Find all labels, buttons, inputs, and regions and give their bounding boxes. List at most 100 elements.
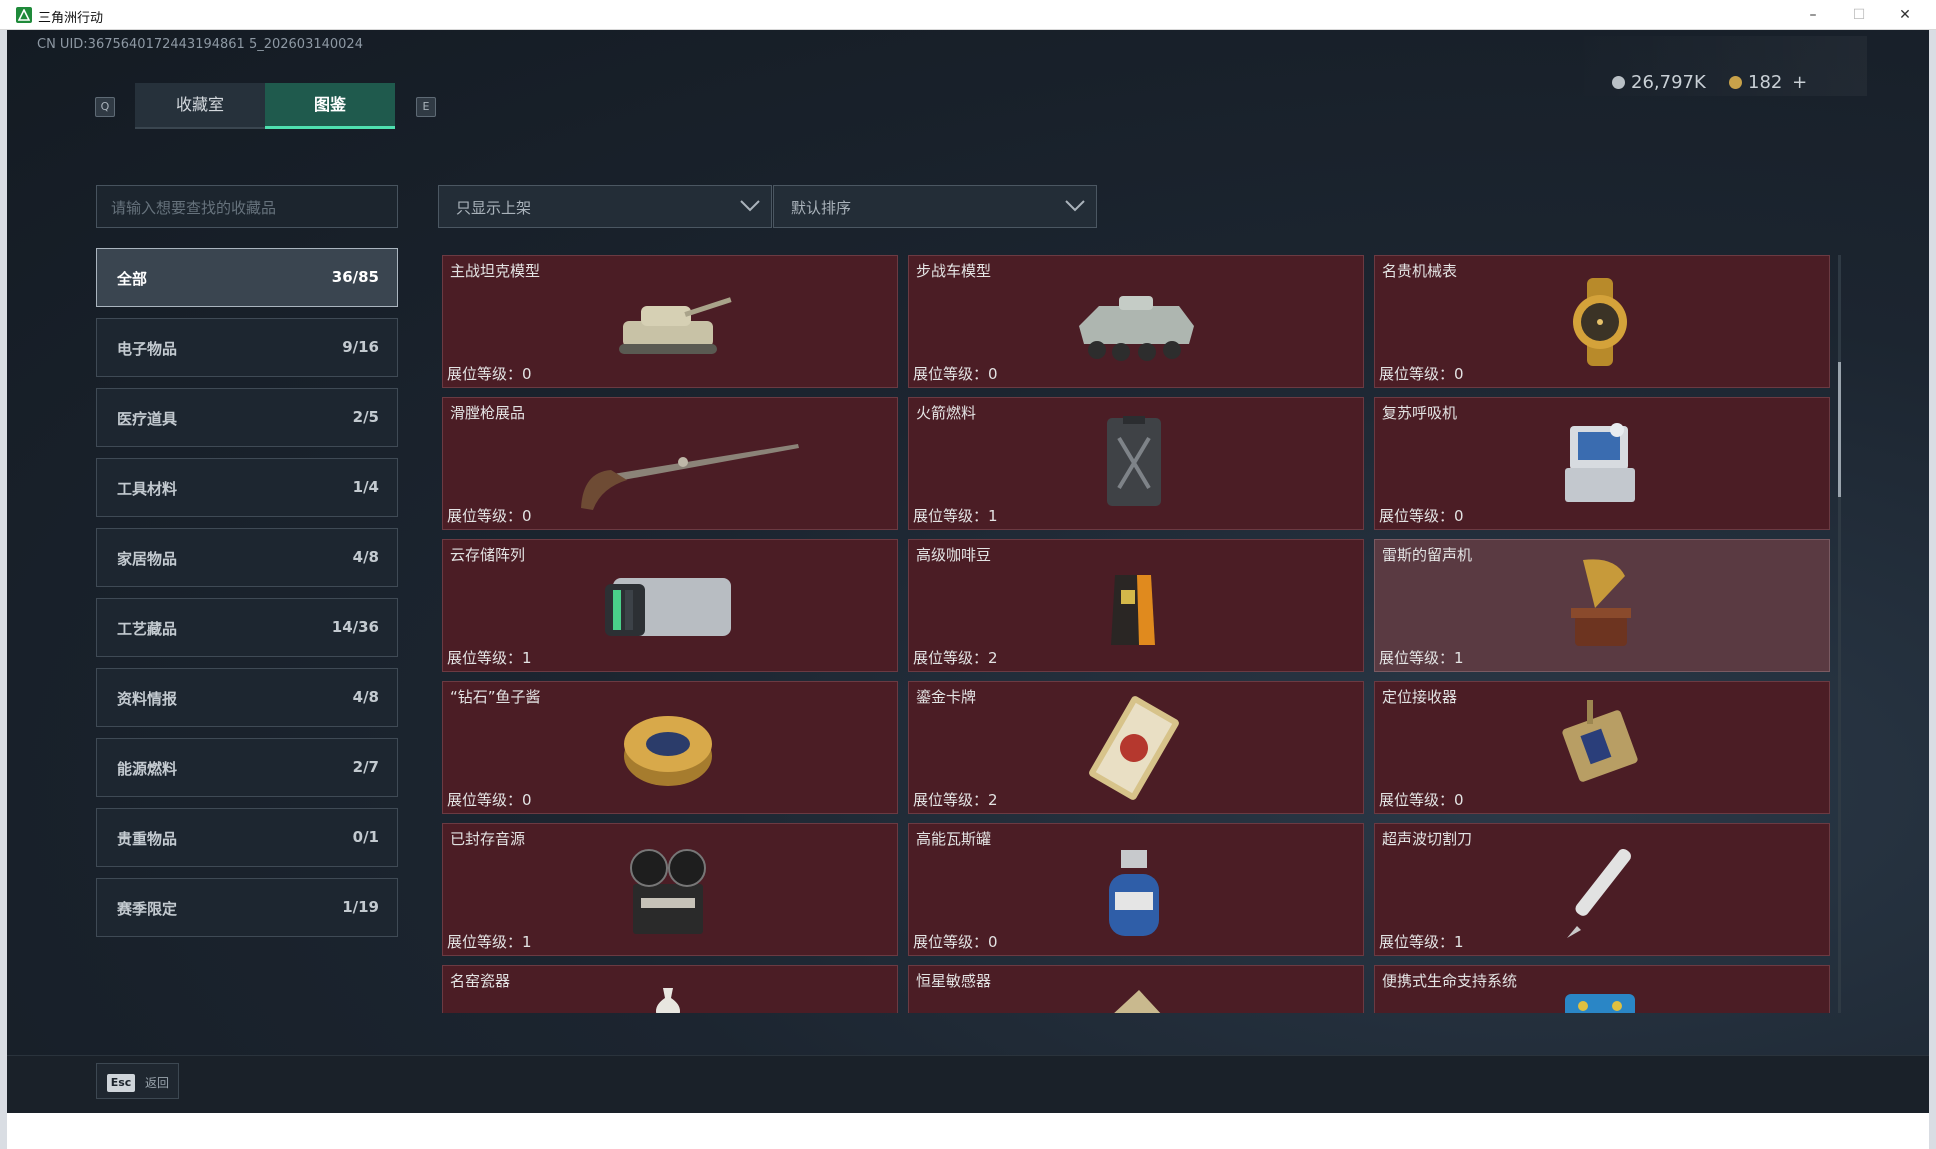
category-count: 4/8 bbox=[352, 688, 379, 706]
category-energy[interactable]: 能源燃料 2/7 bbox=[96, 738, 398, 797]
collection-grid: 主战坦克模型 展位等级：0 步战车模型 展位等级：0 名贵机械表 展位等级：0 滑膛枪展品展… bbox=[442, 255, 1857, 1013]
card-item-name: 云存储阵列 bbox=[450, 546, 526, 564]
card-item-name: 鎏金卡牌 bbox=[916, 688, 977, 706]
prev-tab-key[interactable]: Q bbox=[95, 97, 115, 117]
level-prefix: 展位等级： bbox=[1379, 933, 1455, 951]
card-display-level: 展位等级：1 bbox=[447, 931, 532, 952]
level-prefix: 展位等级： bbox=[1379, 791, 1455, 809]
collection-card[interactable]: 复苏呼吸机 展位等级：0 bbox=[1374, 397, 1830, 530]
collection-card[interactable]: 已封存音源展位等级：1 bbox=[442, 823, 898, 956]
card-item-name: “钻石”鱼子酱 bbox=[450, 688, 541, 706]
card-item-name: 滑膛枪展品 bbox=[450, 404, 526, 422]
collection-card[interactable]: 便携式生命支持系统 bbox=[1374, 965, 1830, 1013]
maximize-button[interactable]: ☐ bbox=[1836, 0, 1882, 30]
back-button[interactable]: Esc 返回 bbox=[96, 1063, 179, 1099]
game-viewport: CN UID:3675640172443194861 5_20260314002… bbox=[7, 30, 1929, 1113]
collection-card[interactable]: 超声波切割刀 展位等级：1 bbox=[1374, 823, 1830, 956]
collection-card[interactable]: “钻石”鱼子酱 展位等级：0 bbox=[442, 681, 898, 814]
gold-currency: 182 + bbox=[1729, 72, 1807, 93]
level-prefix: 展位等级： bbox=[913, 791, 989, 809]
watch-icon bbox=[1525, 266, 1675, 378]
category-electronics[interactable]: 电子物品 9/16 bbox=[96, 318, 398, 377]
collection-card[interactable]: 名窑瓷器 bbox=[442, 965, 898, 1013]
gps-receiver-icon bbox=[1525, 692, 1675, 804]
card-item-name: 高能瓦斯罐 bbox=[916, 830, 992, 848]
collection-card[interactable]: 滑膛枪展品 展位等级：0 bbox=[442, 397, 898, 530]
life-support-icon bbox=[1525, 976, 1675, 1013]
level-value: 1 bbox=[988, 507, 998, 525]
category-crafts[interactable]: 工艺藏品 14/36 bbox=[96, 598, 398, 657]
level-value: 1 bbox=[522, 933, 532, 951]
category-name: 资料情报 bbox=[117, 690, 178, 708]
collection-card[interactable]: 鎏金卡牌展位等级：2 bbox=[908, 681, 1364, 814]
next-tab-key[interactable]: E bbox=[416, 97, 436, 117]
sort-dropdown[interactable]: 默认排序 bbox=[773, 185, 1097, 228]
collection-card[interactable]: 步战车模型 展位等级：0 bbox=[908, 255, 1364, 388]
collection-card[interactable]: 恒星敏感器 bbox=[908, 965, 1364, 1013]
fuel-can-icon bbox=[1059, 408, 1209, 520]
filter-dropdown[interactable]: 只显示上架 bbox=[438, 185, 772, 228]
level-prefix: 展位等级： bbox=[913, 507, 989, 525]
category-tools[interactable]: 工具材料 1/4 bbox=[96, 458, 398, 517]
app-logo-icon bbox=[16, 7, 32, 23]
level-prefix: 展位等级： bbox=[447, 791, 523, 809]
silver-amount: 26,797K bbox=[1631, 72, 1706, 93]
silver-currency: 26,797K bbox=[1612, 72, 1706, 93]
card-item-name: 高级咖啡豆 bbox=[916, 546, 992, 564]
ifv-icon bbox=[1059, 266, 1209, 378]
card-display-level: 展位等级：1 bbox=[913, 505, 998, 526]
level-value: 2 bbox=[988, 791, 998, 809]
gold-amount: 182 bbox=[1748, 72, 1783, 93]
category-count: 14/36 bbox=[331, 618, 379, 636]
bottom-bar bbox=[7, 1055, 1929, 1113]
collection-card[interactable]: 高能瓦斯罐 展位等级：0 bbox=[908, 823, 1364, 956]
level-prefix: 展位等级： bbox=[1379, 507, 1455, 525]
minimize-button[interactable]: – bbox=[1790, 0, 1836, 30]
gold-card-icon bbox=[1059, 692, 1209, 804]
card-item-name: 步战车模型 bbox=[916, 262, 992, 280]
category-valuables[interactable]: 贵重物品 0/1 bbox=[96, 808, 398, 867]
level-prefix: 展位等级： bbox=[447, 933, 523, 951]
level-value: 1 bbox=[1454, 649, 1464, 667]
collection-card[interactable]: 火箭燃料展位等级：1 bbox=[908, 397, 1364, 530]
card-display-level: 展位等级：2 bbox=[913, 647, 998, 668]
game-window: 三角洲行动 – ☐ ✕ CN UID:3675640172443194861 5… bbox=[0, 0, 1936, 1149]
collection-card[interactable]: 雷斯的留声机 展位等级：1 bbox=[1374, 539, 1830, 672]
category-medical[interactable]: 医疗道具 2/5 bbox=[96, 388, 398, 447]
level-value: 0 bbox=[522, 365, 532, 383]
category-count: 2/7 bbox=[352, 758, 379, 776]
category-name: 工具材料 bbox=[117, 480, 178, 498]
coffee-bag-icon bbox=[1059, 550, 1209, 662]
level-value: 1 bbox=[1454, 933, 1464, 951]
collection-card[interactable]: 名贵机械表 展位等级：0 bbox=[1374, 255, 1830, 388]
card-item-name: 便携式生命支持系统 bbox=[1382, 972, 1518, 990]
collection-card[interactable]: 定位接收器 展位等级：0 bbox=[1374, 681, 1830, 814]
grid-scrollbar-thumb[interactable] bbox=[1838, 362, 1841, 497]
close-button[interactable]: ✕ bbox=[1882, 0, 1928, 30]
collection-card[interactable]: 云存储阵列 展位等级：1 bbox=[442, 539, 898, 672]
tab-collection-room[interactable]: 收藏室 bbox=[135, 83, 265, 129]
collection-card[interactable]: 高级咖啡豆展位等级：2 bbox=[908, 539, 1364, 672]
category-all[interactable]: 全部 36/85 bbox=[96, 248, 398, 307]
level-prefix: 展位等级： bbox=[913, 649, 989, 667]
tab-codex[interactable]: 图鉴 bbox=[265, 83, 395, 129]
ultrasonic-cutter-icon bbox=[1525, 834, 1675, 946]
add-gold-button[interactable]: + bbox=[1792, 72, 1807, 93]
category-name: 贵重物品 bbox=[117, 830, 178, 848]
category-count: 9/16 bbox=[342, 338, 379, 356]
card-item-name: 恒星敏感器 bbox=[916, 972, 992, 990]
search-input[interactable]: 请输入想要查找的收藏品 bbox=[96, 185, 398, 228]
reel-recorder-icon bbox=[593, 834, 743, 946]
card-item-name: 复苏呼吸机 bbox=[1382, 404, 1458, 422]
category-intel[interactable]: 资料情报 4/8 bbox=[96, 668, 398, 727]
level-value: 0 bbox=[988, 933, 998, 951]
category-count: 36/85 bbox=[331, 268, 379, 286]
card-item-name: 火箭燃料 bbox=[916, 404, 977, 422]
card-item-name: 已封存音源 bbox=[450, 830, 526, 848]
ventilator-icon bbox=[1525, 408, 1675, 520]
category-seasonal[interactable]: 赛季限定 1/19 bbox=[96, 878, 398, 937]
category-household[interactable]: 家居物品 4/8 bbox=[96, 528, 398, 587]
level-value: 0 bbox=[522, 507, 532, 525]
collection-card[interactable]: 主战坦克模型 展位等级：0 bbox=[442, 255, 898, 388]
window-titlebar: 三角洲行动 – ☐ ✕ bbox=[0, 0, 1936, 30]
